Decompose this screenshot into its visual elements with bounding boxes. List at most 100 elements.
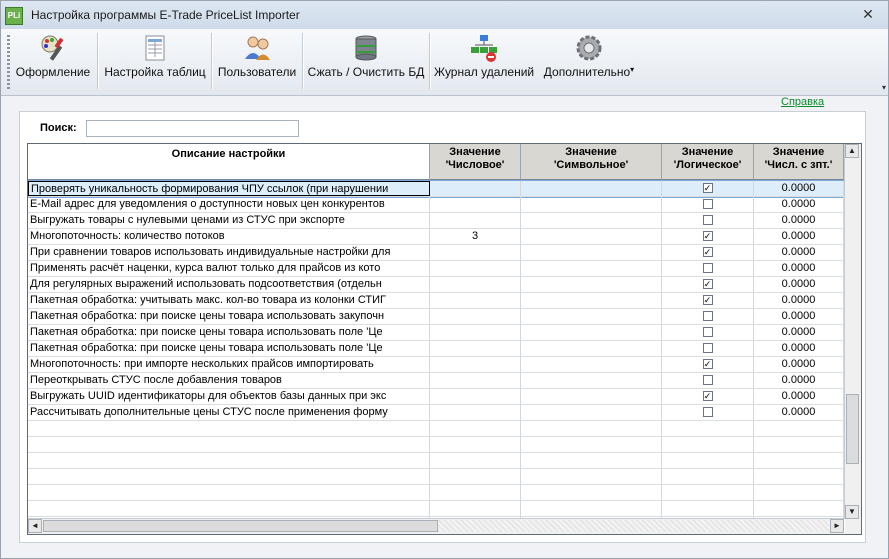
numeric-value-cell[interactable] bbox=[430, 405, 521, 420]
deletion-log-button[interactable]: Журнал удалений bbox=[434, 31, 534, 91]
numeric-value-cell[interactable] bbox=[430, 213, 521, 228]
vertical-scrollbar[interactable]: ▲ ▼ bbox=[844, 144, 861, 519]
decimal-value-cell[interactable]: 0.0000 bbox=[754, 277, 844, 292]
compress-db-button[interactable]: Сжать / Очистить БД bbox=[307, 31, 425, 91]
table-row[interactable]: Переоткрывать СТУС после добавления това… bbox=[28, 373, 844, 389]
numeric-value-cell[interactable] bbox=[430, 293, 521, 308]
symbolic-value-cell[interactable] bbox=[521, 245, 662, 260]
logical-value-cell[interactable]: ✓ bbox=[662, 293, 754, 308]
numeric-value-cell[interactable] bbox=[430, 245, 521, 260]
table-row[interactable]: Выгружать товары с нулевыми ценами из СТ… bbox=[28, 213, 844, 229]
numeric-value-cell[interactable] bbox=[430, 261, 521, 276]
decimal-value-cell[interactable]: 0.0000 bbox=[754, 325, 844, 340]
decimal-value-cell[interactable]: 0.0000 bbox=[754, 341, 844, 356]
logical-value-cell[interactable]: ✓ bbox=[662, 277, 754, 292]
decimal-value-cell[interactable]: 0.0000 bbox=[754, 261, 844, 276]
checkbox-checked[interactable]: ✓ bbox=[702, 230, 713, 241]
decimal-value-cell[interactable]: 0.0000 bbox=[754, 293, 844, 308]
table-row[interactable]: Проверять уникальность формирования ЧПУ … bbox=[28, 180, 845, 198]
table-row[interactable]: Рассчитывать дополнительные цены СТУС по… bbox=[28, 405, 844, 421]
symbolic-value-cell[interactable] bbox=[521, 309, 662, 324]
decimal-value-cell[interactable]: 0.0000 bbox=[754, 309, 844, 324]
table-row[interactable]: Пакетная обработка: при поиске цены това… bbox=[28, 341, 844, 357]
column-header-logical[interactable]: Значение 'Логическое' bbox=[662, 144, 754, 180]
numeric-value-cell[interactable] bbox=[430, 277, 521, 292]
logical-value-cell[interactable]: ✓ bbox=[662, 357, 754, 372]
decimal-value-cell[interactable]: 0.0000 bbox=[754, 229, 844, 244]
users-button[interactable]: Пользователи bbox=[216, 31, 298, 91]
table-row[interactable]: Многопоточность: количество потоков 3 ✓ 0.0… bbox=[28, 229, 844, 245]
symbolic-value-cell[interactable] bbox=[521, 405, 662, 420]
checkbox-checked[interactable]: ✓ bbox=[702, 294, 713, 305]
table-row[interactable]: Применять расчёт наценки, курса валют то… bbox=[28, 261, 844, 277]
checkbox-unchecked[interactable] bbox=[702, 342, 713, 353]
checkbox-unchecked[interactable] bbox=[702, 374, 713, 385]
symbolic-value-cell[interactable] bbox=[521, 229, 662, 244]
table-row[interactable]: Многопоточность: при импорте нескольких … bbox=[28, 357, 844, 373]
horizontal-scroll-thumb[interactable] bbox=[43, 520, 438, 532]
column-header-numeric[interactable]: Значение 'Числовое' bbox=[430, 144, 521, 180]
table-row[interactable]: Пакетная обработка: при поиске цены това… bbox=[28, 309, 844, 325]
numeric-value-cell[interactable]: 3 bbox=[430, 229, 521, 244]
table-row[interactable]: Пакетная обработка: учитывать макс. кол-… bbox=[28, 293, 844, 309]
checkbox-unchecked[interactable] bbox=[702, 198, 713, 209]
horizontal-scroll-track[interactable] bbox=[438, 520, 829, 532]
checkbox-checked[interactable]: ✓ bbox=[702, 278, 713, 289]
logical-value-cell[interactable] bbox=[662, 197, 754, 212]
symbolic-value-cell[interactable] bbox=[521, 277, 662, 292]
toolbar-grip[interactable] bbox=[7, 35, 10, 89]
table-row[interactable]: Пакетная обработка: при поиске цены това… bbox=[28, 325, 844, 341]
symbolic-value-cell[interactable] bbox=[521, 389, 662, 404]
logical-value-cell[interactable]: ✓ bbox=[662, 181, 754, 196]
checkbox-unchecked[interactable] bbox=[702, 310, 713, 321]
symbolic-value-cell[interactable] bbox=[521, 213, 662, 228]
scroll-up-arrow-icon[interactable]: ▲ bbox=[845, 144, 859, 158]
checkbox-unchecked[interactable] bbox=[702, 406, 713, 417]
symbolic-value-cell[interactable] bbox=[521, 261, 662, 276]
numeric-value-cell[interactable] bbox=[430, 373, 521, 388]
checkbox-unchecked[interactable] bbox=[702, 214, 713, 225]
numeric-value-cell[interactable] bbox=[430, 197, 521, 212]
vertical-scroll-thumb[interactable] bbox=[846, 394, 859, 464]
decimal-value-cell[interactable]: 0.0000 bbox=[754, 405, 844, 420]
numeric-value-cell[interactable] bbox=[430, 357, 521, 372]
table-settings-button[interactable]: Настройка таблиц bbox=[103, 31, 207, 91]
logical-value-cell[interactable] bbox=[662, 309, 754, 324]
logical-value-cell[interactable]: ✓ bbox=[662, 245, 754, 260]
logical-value-cell[interactable] bbox=[662, 405, 754, 420]
logical-value-cell[interactable] bbox=[662, 213, 754, 228]
table-row[interactable]: E-Mail адрес для уведомления о доступнос… bbox=[28, 197, 844, 213]
checkbox-checked[interactable]: ✓ bbox=[702, 390, 713, 401]
numeric-value-cell[interactable] bbox=[430, 341, 521, 356]
symbolic-value-cell[interactable] bbox=[521, 293, 662, 308]
logical-value-cell[interactable] bbox=[662, 325, 754, 340]
symbolic-value-cell[interactable] bbox=[521, 181, 662, 196]
checkbox-unchecked[interactable] bbox=[702, 326, 713, 337]
numeric-value-cell[interactable] bbox=[430, 181, 521, 196]
decimal-value-cell[interactable]: 0.0000 bbox=[754, 245, 844, 260]
close-button[interactable]: ✕ bbox=[860, 6, 876, 22]
column-header-description[interactable]: Описание настройки bbox=[28, 144, 430, 180]
checkbox-checked[interactable]: ✓ bbox=[702, 246, 713, 257]
scroll-down-arrow-icon[interactable]: ▼ bbox=[845, 505, 859, 519]
symbolic-value-cell[interactable] bbox=[521, 373, 662, 388]
horizontal-scrollbar[interactable]: ◄ ► bbox=[28, 518, 844, 534]
column-header-decimal[interactable]: Значение 'Числ. с зпт.' bbox=[754, 144, 844, 180]
numeric-value-cell[interactable] bbox=[430, 309, 521, 324]
decimal-value-cell[interactable]: 0.0000 bbox=[754, 213, 844, 228]
decimal-value-cell[interactable]: 0.0000 bbox=[754, 197, 844, 212]
design-button[interactable]: Оформление bbox=[15, 31, 91, 91]
decimal-value-cell[interactable]: 0.0000 bbox=[754, 389, 844, 404]
symbolic-value-cell[interactable] bbox=[521, 325, 662, 340]
column-header-symbolic[interactable]: Значение 'Символьное' bbox=[521, 144, 662, 180]
numeric-value-cell[interactable] bbox=[430, 325, 521, 340]
decimal-value-cell[interactable]: 0.0000 bbox=[754, 357, 844, 372]
logical-value-cell[interactable] bbox=[662, 373, 754, 388]
search-input[interactable] bbox=[86, 120, 299, 137]
symbolic-value-cell[interactable] bbox=[521, 357, 662, 372]
logical-value-cell[interactable] bbox=[662, 261, 754, 276]
help-link[interactable]: Справка bbox=[781, 96, 824, 108]
toolbar-overflow-icon[interactable]: ▾ bbox=[882, 83, 886, 92]
logical-value-cell[interactable] bbox=[662, 341, 754, 356]
symbolic-value-cell[interactable] bbox=[521, 341, 662, 356]
